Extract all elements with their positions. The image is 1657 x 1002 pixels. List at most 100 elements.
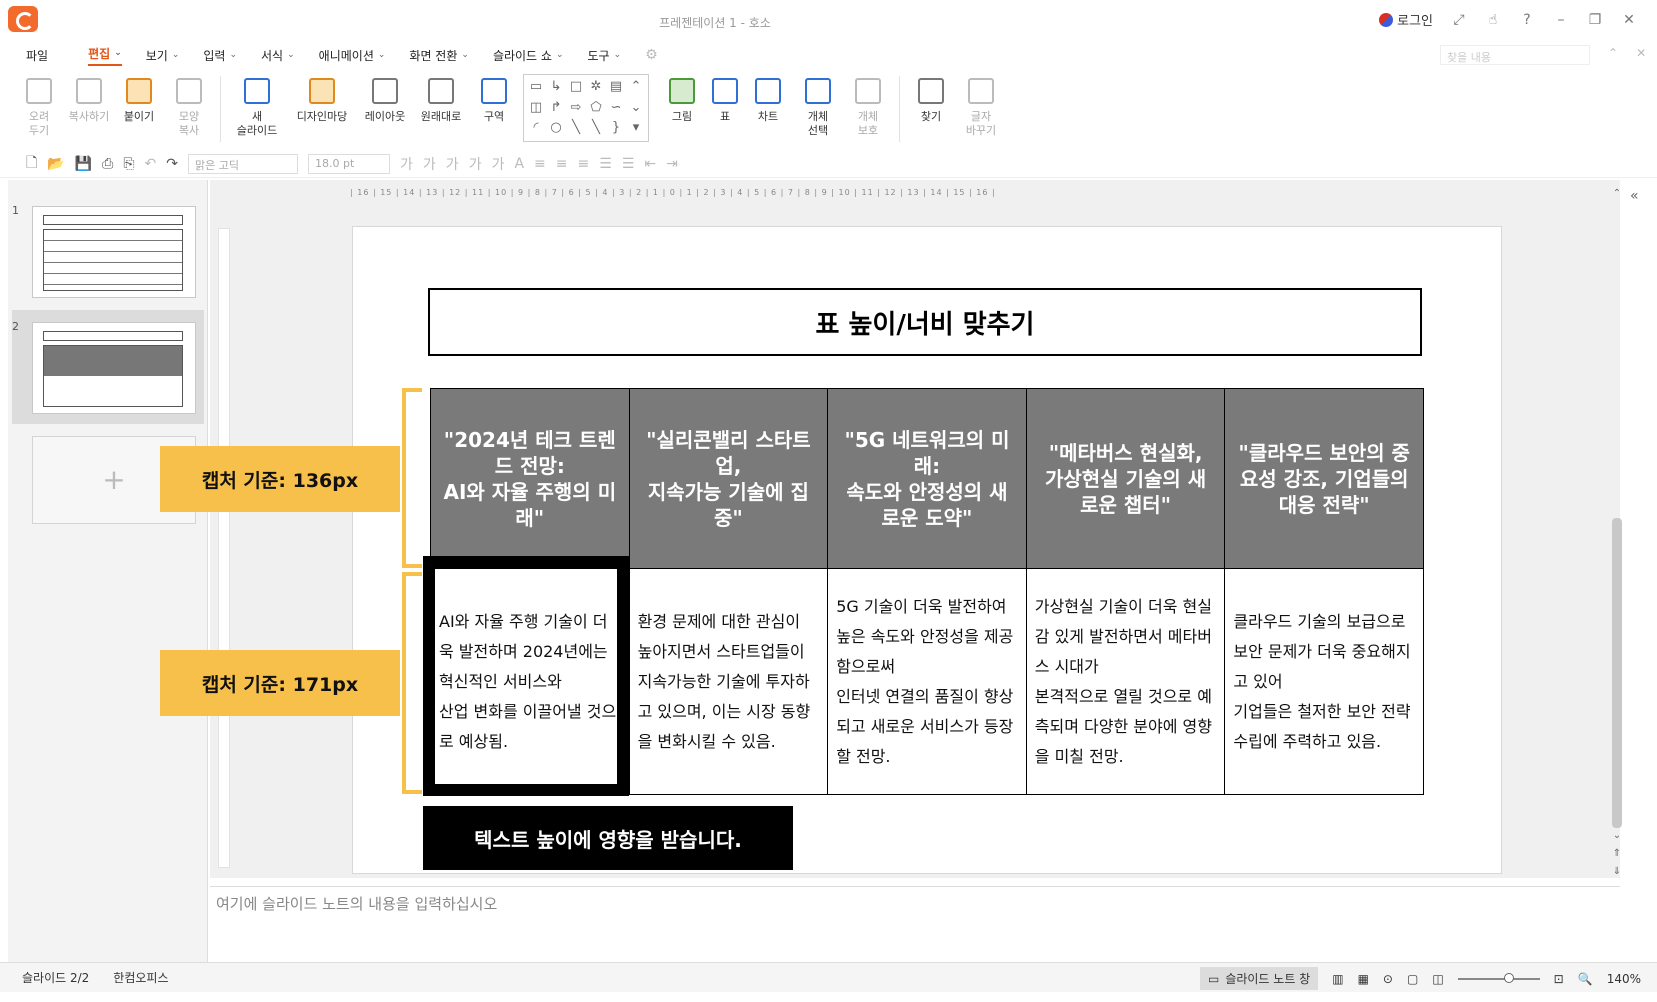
- square-shape-icon[interactable]: □: [566, 77, 586, 98]
- zoom-level[interactable]: 140%: [1607, 972, 1641, 986]
- menu-insert[interactable]: 입력 ⌄: [203, 47, 237, 64]
- vertical-scrollbar[interactable]: ⌃ ⌄ ⇑ ⇓: [1610, 188, 1624, 886]
- freeform-icon[interactable]: ∽: [606, 98, 626, 119]
- diagonal-shape-icon[interactable]: ╲: [586, 118, 606, 139]
- italic-icon[interactable]: 가: [423, 154, 436, 174]
- table-header-cell[interactable]: "메타버스 현실화, 가상현실 기술의 새로운 챕터": [1025, 388, 1226, 569]
- slideshow-view-icon[interactable]: ▢: [1407, 972, 1418, 986]
- slide-thumbnail-1[interactable]: [32, 206, 196, 298]
- section-button[interactable]: 구역: [469, 72, 519, 124]
- shadow-icon[interactable]: 가: [492, 154, 505, 174]
- table-cell[interactable]: 클라우드 기술의 보급으로 보안 문제가 더욱 중요해지고 있어 기업들은 철저…: [1224, 568, 1424, 795]
- bold-icon[interactable]: 가: [400, 154, 413, 174]
- print-icon[interactable]: ⎙: [102, 156, 113, 172]
- reset-button[interactable]: 원래대로: [413, 72, 469, 124]
- slide-notes-toggle[interactable]: ▭ 슬라이드 노트 창: [1199, 967, 1319, 990]
- gear-shape-icon[interactable]: ✲: [586, 77, 606, 98]
- frame-shape-icon[interactable]: ◫: [526, 98, 546, 119]
- menu-slideshow[interactable]: 슬라이드 쇼 ⌄: [493, 47, 564, 64]
- cut-button[interactable]: 오려 두기: [14, 72, 64, 138]
- select-object-button[interactable]: 개체 선택: [793, 72, 843, 138]
- reading-view-icon[interactable]: ⊙: [1383, 972, 1393, 986]
- pentagon-shape-icon[interactable]: ⬠: [586, 98, 606, 119]
- new-slide-button[interactable]: 새 슬라이드: [227, 72, 287, 138]
- undo-icon[interactable]: ↶: [145, 156, 157, 172]
- menu-transition[interactable]: 화면 전환 ⌄: [409, 47, 469, 64]
- minimize-icon[interactable]: –: [1553, 12, 1569, 28]
- underline-icon[interactable]: 가: [446, 154, 459, 174]
- strikethrough-icon[interactable]: 가: [469, 154, 482, 174]
- arc-shape-icon[interactable]: ◜: [526, 118, 546, 139]
- zoom-slider-knob[interactable]: [1503, 972, 1514, 983]
- table-cell[interactable]: 가상현실 기술이 더욱 현실감 있게 발전하면서 메타버스 시대가 본격적으로 …: [1025, 568, 1226, 795]
- slide-sorter-icon[interactable]: ▦: [1358, 972, 1369, 986]
- slide-thumbnail-2[interactable]: [32, 322, 196, 414]
- slide-notes-input[interactable]: 여기에 슬라이드 노트의 내용을 입력하십시오: [210, 886, 1620, 960]
- indent-decrease-icon[interactable]: ⇤: [644, 156, 656, 172]
- curve-connector-icon[interactable]: ↱: [546, 98, 566, 119]
- scrollbar-thumb[interactable]: [1612, 518, 1622, 828]
- design-button[interactable]: 디자인마당: [287, 72, 357, 124]
- layout-button[interactable]: 레이아웃: [357, 72, 413, 124]
- table-header-cell[interactable]: "5G 네트워크의 미래: 속도와 안정성의 새로운 도약": [827, 388, 1027, 569]
- menu-file[interactable]: 파일: [26, 47, 48, 64]
- scroll-up-icon[interactable]: ⌃: [1610, 188, 1624, 199]
- expand-icon[interactable]: ⤢: [1451, 12, 1467, 28]
- touch-icon[interactable]: ☝: [1485, 12, 1501, 28]
- table-header-cell[interactable]: "2024년 테크 트렌드 전망: AI와 자율 주행의 미래": [430, 388, 630, 569]
- format-painter-button[interactable]: 모양 복사: [164, 72, 214, 138]
- copy-button[interactable]: 복사하기: [64, 72, 114, 124]
- menu-tools[interactable]: 도구 ⌄: [588, 47, 622, 64]
- menu-format[interactable]: 서식 ⌄: [261, 47, 295, 64]
- replace-button[interactable]: 글자 바꾸기: [956, 72, 1006, 138]
- login-button[interactable]: 로그인: [1379, 10, 1433, 29]
- bullet-list-icon[interactable]: ☰: [599, 156, 612, 172]
- menu-animation[interactable]: 애니메이션 ⌄: [319, 47, 386, 64]
- paste-button[interactable]: 붙이기: [114, 72, 164, 124]
- table-cell[interactable]: AI와 자율 주행 기술이 더욱 발전하며 2024년에는 혁신적인 서비스와 …: [430, 568, 630, 795]
- content-table[interactable]: "2024년 테크 트렌드 전망: AI와 자율 주행의 미래" "실리콘밸리 …: [430, 388, 1424, 795]
- collapse-panel-icon[interactable]: «: [1630, 188, 1639, 204]
- close-icon[interactable]: ✕: [1636, 46, 1646, 60]
- table-button[interactable]: 표: [707, 72, 743, 124]
- redo-icon[interactable]: ↷: [166, 156, 178, 172]
- new-document-icon[interactable]: 🗋: [26, 152, 37, 176]
- protect-object-button[interactable]: 개체 보호: [843, 72, 893, 138]
- shapes-gallery[interactable]: ▭ ↳ □ ✲ ▤ ⌃ ◫ ↱ ⇨ ⬠ ∽ ⌄ ◜ ○ ╲ ╲ } ▾: [523, 74, 649, 142]
- text-box-icon[interactable]: ▤: [606, 77, 626, 98]
- line-shape-icon[interactable]: ╲: [566, 118, 586, 139]
- table-cell[interactable]: 환경 문제에 대한 관심이 높아지면서 스타트업들이 지속가능한 기술에 투자하…: [628, 568, 829, 795]
- scroll-down-icon[interactable]: ⌄: [1610, 830, 1624, 841]
- picture-button[interactable]: 그림: [657, 72, 707, 124]
- table-header-cell[interactable]: "실리콘밸리 스타트업, 지속가능 기술에 집중": [628, 388, 829, 569]
- zoom-icon[interactable]: 🔍: [1578, 972, 1593, 986]
- numbered-list-icon[interactable]: ☰: [622, 156, 635, 172]
- help-icon[interactable]: ?: [1519, 12, 1535, 28]
- print-preview-icon[interactable]: ⎘: [123, 156, 134, 172]
- normal-view-icon[interactable]: ▥: [1332, 972, 1343, 986]
- restore-icon[interactable]: ❐: [1587, 12, 1603, 28]
- chart-button[interactable]: 차트: [743, 72, 793, 124]
- fit-window-icon[interactable]: ⊡: [1554, 972, 1564, 986]
- bracket-shape-icon[interactable]: }: [606, 118, 626, 139]
- elbow-connector-icon[interactable]: ↳: [546, 77, 566, 98]
- align-left-icon[interactable]: ≡: [534, 156, 546, 172]
- rectangle-shape-icon[interactable]: ▭: [526, 77, 546, 98]
- font-color-icon[interactable]: A: [514, 156, 524, 172]
- align-right-icon[interactable]: ≡: [578, 156, 590, 172]
- open-folder-icon[interactable]: 📂: [47, 156, 64, 172]
- settings-icon[interactable]: ⚙: [645, 47, 658, 63]
- indent-increase-icon[interactable]: ⇥: [666, 156, 678, 172]
- table-header-cell[interactable]: "클라우드 보안의 중요성 강조, 기업들의 대응 전략": [1224, 388, 1424, 569]
- scroll-down-icon[interactable]: ⌄: [626, 98, 646, 119]
- chevron-up-icon[interactable]: ⌃: [1608, 46, 1618, 60]
- menu-view[interactable]: 보기 ⌄: [146, 47, 180, 64]
- next-slide-icon[interactable]: ⇓: [1610, 866, 1624, 877]
- align-center-icon[interactable]: ≡: [556, 156, 568, 172]
- search-input[interactable]: 찾을 내용: [1440, 45, 1590, 65]
- circle-shape-icon[interactable]: ○: [546, 118, 566, 139]
- close-icon[interactable]: ✕: [1621, 12, 1637, 28]
- zoom-slider[interactable]: [1457, 972, 1540, 983]
- more-shapes-icon[interactable]: ▾: [626, 118, 646, 139]
- scroll-up-icon[interactable]: ⌃: [626, 77, 646, 98]
